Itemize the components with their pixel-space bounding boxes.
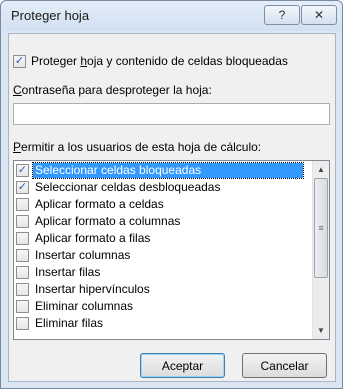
scroll-up-button[interactable]: ▲ [313, 161, 329, 178]
scroll-thumb[interactable]: ≡ [314, 178, 328, 278]
list-item-checkbox[interactable] [16, 317, 29, 330]
list-item-checkbox[interactable] [16, 249, 29, 262]
title-bar: Proteger hoja ? ✕ [1, 1, 342, 31]
protect-sheet-label: Proteger hoja y contenido de celdas bloq… [31, 54, 288, 68]
list-item-checkbox[interactable] [16, 164, 29, 177]
list-item-checkbox[interactable] [16, 300, 29, 313]
list-item-insert-columns[interactable]: Insertar columnas [16, 248, 312, 263]
list-item-format-cells[interactable]: Aplicar formato a celdas [16, 197, 312, 212]
chevron-down-icon: ▼ [317, 326, 325, 335]
list-item-label: Aplicar formato a columnas [35, 214, 181, 228]
dialog-body: Proteger hoja y contenido de celdas bloq… [8, 33, 336, 382]
protect-sheet-option[interactable]: Proteger hoja y contenido de celdas bloq… [13, 54, 288, 68]
cancel-button[interactable]: Cancelar [242, 353, 327, 378]
help-icon: ? [278, 8, 286, 22]
list-item-delete-rows[interactable]: Eliminar filas [16, 316, 312, 331]
list-item-checkbox[interactable] [16, 181, 29, 194]
help-button[interactable]: ? [264, 5, 300, 25]
list-item-label: Seleccionar celdas bloqueadas [32, 162, 304, 179]
list-item-label: Aplicar formato a celdas [35, 197, 164, 211]
list-item-delete-columns[interactable]: Eliminar columnas [16, 299, 312, 314]
list-item-insert-hyperlinks[interactable]: Insertar hipervínculos [16, 282, 312, 297]
list-item-label: Eliminar columnas [35, 299, 134, 313]
list-scrollbar[interactable]: ▲ ≡ ▼ [312, 161, 329, 339]
list-item-label: Insertar filas [35, 265, 101, 279]
list-item-select-unlocked[interactable]: Seleccionar celdas desbloqueadas [16, 180, 312, 195]
dialog-title: Proteger hoja [11, 8, 90, 23]
list-item-checkbox[interactable] [16, 198, 29, 211]
list-item-label: Aplicar formato a filas [35, 231, 151, 245]
close-button[interactable]: ✕ [301, 5, 337, 25]
list-item-select-locked[interactable]: Seleccionar celdas bloqueadas [16, 162, 312, 179]
close-icon: ✕ [313, 8, 325, 22]
list-item-format-rows[interactable]: Aplicar formato a filas [16, 231, 312, 246]
chevron-up-icon: ▲ [317, 165, 325, 174]
grip-icon: ≡ [318, 223, 324, 233]
list-item-checkbox[interactable] [16, 215, 29, 228]
permissions-label: Permitir a los usuarios de esta hoja de … [13, 140, 262, 154]
list-item-checkbox[interactable] [16, 232, 29, 245]
password-field[interactable] [13, 103, 330, 125]
list-item-format-columns[interactable]: Aplicar formato a columnas [16, 214, 312, 229]
permissions-list[interactable]: Seleccionar celdas bloqueadas Selecciona… [13, 160, 330, 340]
list-item-label: Eliminar filas [35, 316, 104, 330]
list-item-label: Seleccionar celdas desbloqueadas [35, 180, 221, 194]
list-item-label: Insertar columnas [35, 248, 131, 262]
list-item-checkbox[interactable] [16, 266, 29, 279]
list-item-label: Insertar hipervínculos [35, 282, 150, 296]
list-item-checkbox[interactable] [16, 283, 29, 296]
list-item-insert-rows[interactable]: Insertar filas [16, 265, 312, 280]
protect-sheet-checkbox[interactable] [13, 54, 26, 68]
scroll-down-button[interactable]: ▼ [313, 322, 329, 339]
protect-sheet-dialog: Proteger hoja ? ✕ Proteger hoja y conten… [0, 0, 343, 389]
password-label: Contraseña para desproteger la hoja: [13, 83, 212, 97]
ok-button[interactable]: Aceptar [140, 353, 225, 378]
